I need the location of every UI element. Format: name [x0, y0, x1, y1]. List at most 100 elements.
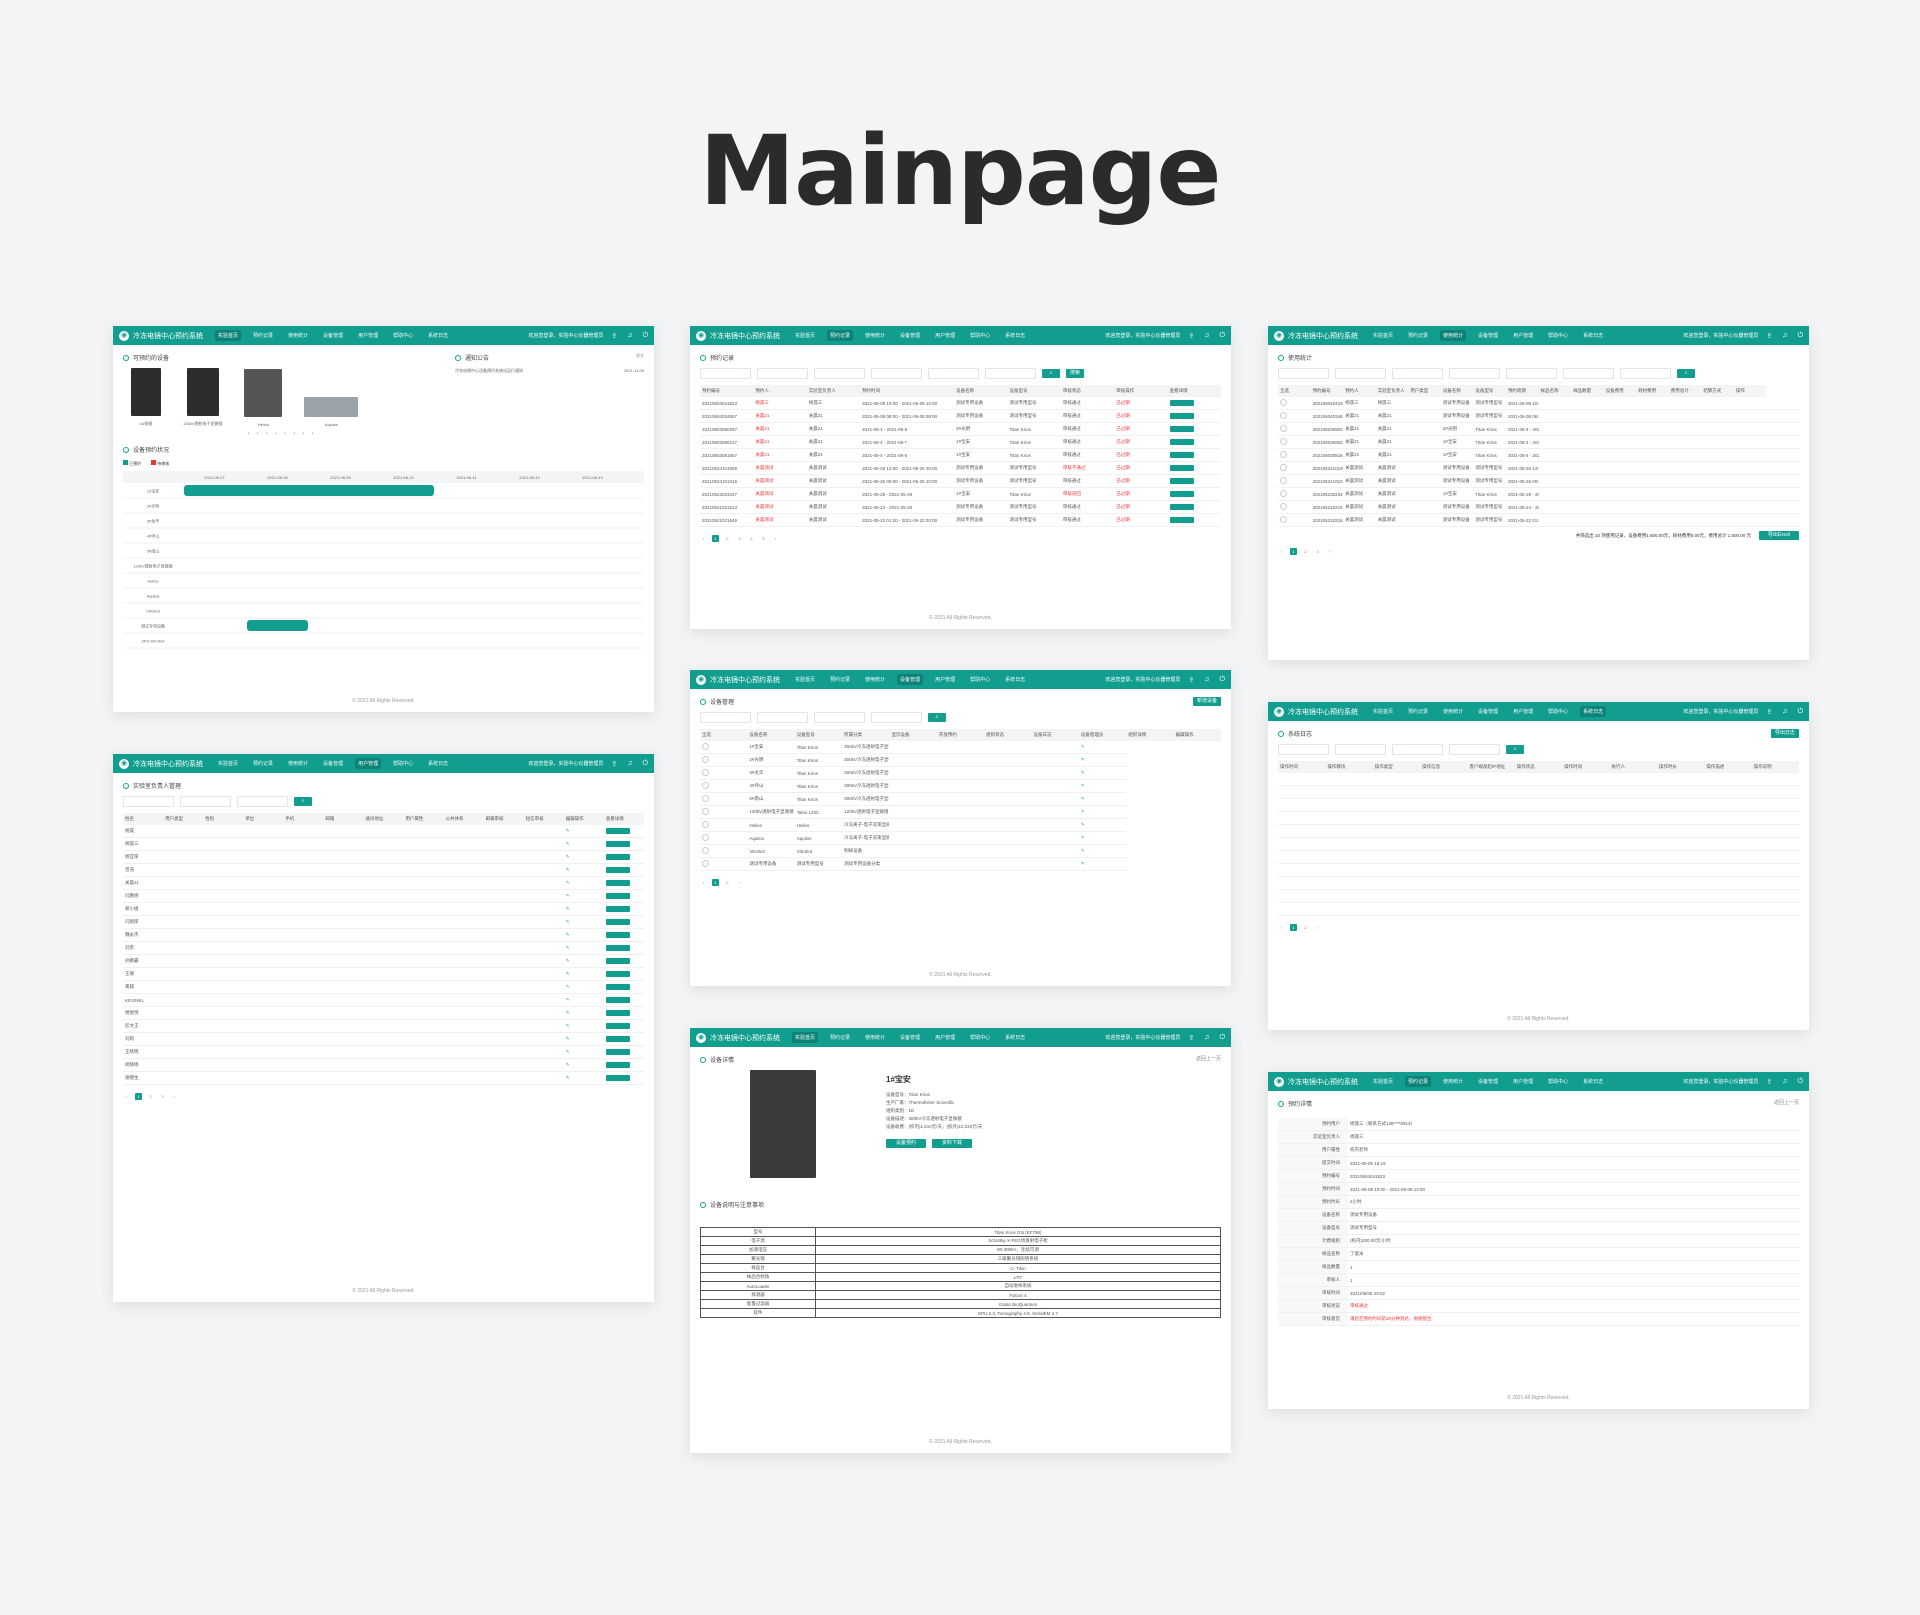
page-2[interactable]: 2 [1302, 924, 1309, 931]
view-detail-button[interactable] [605, 1035, 630, 1042]
filter-select[interactable] [814, 712, 865, 723]
page-1[interactable]: 1 [135, 1093, 142, 1100]
view-detail-button[interactable] [605, 944, 630, 951]
nav-stats[interactable]: 使用统计 [1440, 1076, 1466, 1087]
filter-select[interactable] [700, 712, 751, 723]
row-checkbox[interactable] [702, 756, 709, 763]
search-button[interactable]: ⌕ [294, 797, 312, 806]
page-next[interactable]: › [772, 535, 779, 542]
bell-icon[interactable]: ♫ [1782, 708, 1787, 716]
nav-devices[interactable]: 设备管理 [1475, 706, 1501, 717]
edit-icon[interactable]: ✎ [566, 1062, 570, 1067]
view-detail-button[interactable] [605, 892, 630, 899]
nav-stats[interactable]: 使用统计 [285, 330, 311, 341]
page-1[interactable]: 1 [712, 879, 719, 886]
nav-help[interactable]: 帮助中心 [390, 758, 416, 769]
page-4[interactable]: 4 [748, 535, 755, 542]
view-detail-button[interactable] [605, 1048, 630, 1055]
power-icon[interactable]: ⏻ [1797, 708, 1803, 716]
page-2[interactable]: 2 [147, 1093, 154, 1100]
nav-records[interactable]: 预约记录 [827, 674, 853, 685]
row-checkbox[interactable] [702, 782, 709, 789]
nav-records[interactable]: 预约记录 [250, 330, 276, 341]
nav-home[interactable]: 实验首页 [1370, 330, 1396, 341]
view-detail-button[interactable] [605, 983, 630, 990]
bell-icon[interactable]: ♫ [1782, 1078, 1787, 1086]
view-detail-button[interactable] [605, 931, 630, 938]
edit-icon[interactable]: ✎ [566, 906, 570, 911]
row-checkbox[interactable] [1280, 451, 1287, 458]
page-prev[interactable]: ‹ [700, 535, 707, 542]
view-detail-button[interactable] [605, 1061, 630, 1068]
search-button[interactable]: ⌕ [1677, 369, 1695, 378]
page-prev[interactable]: ‹ [700, 879, 707, 886]
add-device-button[interactable]: 新增设备 [1193, 697, 1221, 706]
view-detail-button[interactable] [605, 866, 630, 873]
edit-icon[interactable]: ✎ [1081, 861, 1085, 866]
filter-select[interactable] [1278, 368, 1329, 379]
nav-records[interactable]: 预约记录 [827, 330, 854, 341]
nav-stats[interactable]: 使用统计 [862, 1032, 888, 1043]
edit-icon[interactable]: ✎ [1081, 835, 1085, 840]
filter-select[interactable] [1392, 368, 1443, 379]
edit-icon[interactable]: ✎ [1081, 796, 1085, 801]
page-2[interactable]: 2 [724, 535, 731, 542]
upload-icon[interactable]: ⇪ [1188, 332, 1194, 340]
page-next[interactable]: › [1326, 548, 1333, 555]
edit-icon[interactable]: ✎ [566, 1036, 570, 1041]
nav-logs[interactable]: 系统日志 [1002, 1032, 1028, 1043]
nav-devices[interactable]: 设备管理 [897, 330, 923, 341]
view-detail-button[interactable] [605, 1074, 630, 1081]
page-prev[interactable]: ‹ [1278, 548, 1285, 555]
search-button[interactable]: ⌕ [1042, 369, 1060, 378]
upload-icon[interactable]: ⇪ [1188, 676, 1194, 684]
filter-select[interactable] [700, 368, 751, 379]
view-detail-button[interactable] [1169, 503, 1194, 510]
device-card[interactable]: 120kV透射电子显微镜 [183, 368, 222, 427]
nav-users[interactable]: 用户管理 [1510, 330, 1536, 341]
filter-select[interactable] [180, 796, 231, 807]
edit-icon[interactable]: ✎ [566, 841, 570, 846]
row-checkbox[interactable] [1280, 399, 1287, 406]
edit-icon[interactable]: ✎ [1081, 809, 1085, 814]
nav-users[interactable]: 用户管理 [1510, 1076, 1536, 1087]
row-checkbox[interactable] [1280, 516, 1287, 523]
filter-select[interactable] [757, 712, 808, 723]
filter-select[interactable] [237, 796, 288, 807]
nav-stats[interactable]: 使用统计 [862, 330, 888, 341]
nav-records[interactable]: 预约记录 [250, 758, 276, 769]
nav-logs[interactable]: 系统日志 [1002, 330, 1028, 341]
row-checkbox[interactable] [702, 847, 709, 854]
row-checkbox[interactable] [702, 808, 709, 815]
view-detail-button[interactable] [1169, 451, 1194, 458]
date-input[interactable] [1449, 744, 1500, 755]
nav-stats[interactable]: 使用统计 [1440, 706, 1466, 717]
nav-help[interactable]: 帮助中心 [1545, 706, 1571, 717]
nav-home[interactable]: 实验首页 [215, 758, 241, 769]
view-detail-button[interactable] [1169, 490, 1194, 497]
row-checkbox[interactable] [702, 821, 709, 828]
view-detail-button[interactable] [605, 970, 630, 977]
bell-icon[interactable]: ♫ [627, 760, 632, 768]
edit-icon[interactable]: ✎ [566, 880, 570, 885]
edit-icon[interactable]: ✎ [566, 1075, 570, 1080]
filter-select[interactable] [1449, 368, 1500, 379]
upload-icon[interactable]: ⇪ [1766, 708, 1772, 716]
page-1[interactable]: 1 [712, 535, 719, 542]
row-checkbox[interactable] [702, 795, 709, 802]
filter-select[interactable] [814, 368, 865, 379]
nav-devices[interactable]: 设备管理 [1475, 1076, 1501, 1087]
power-icon[interactable]: ⏻ [1219, 332, 1225, 340]
edit-icon[interactable]: ✎ [566, 958, 570, 963]
page-next[interactable]: › [736, 879, 743, 886]
export-log-button[interactable]: 导出日志 [1771, 729, 1799, 738]
page-next[interactable]: › [171, 1093, 178, 1100]
view-detail-button[interactable] [1169, 438, 1194, 445]
edit-icon[interactable]: ✎ [566, 1010, 570, 1015]
nav-help[interactable]: 帮助中心 [967, 1032, 993, 1043]
power-icon[interactable]: ⏻ [1219, 676, 1225, 684]
upload-icon[interactable]: ⇪ [1766, 332, 1772, 340]
edit-icon[interactable]: ✎ [1081, 770, 1085, 775]
edit-icon[interactable]: ✎ [566, 1049, 570, 1054]
nav-help[interactable]: 帮助中心 [1545, 330, 1571, 341]
